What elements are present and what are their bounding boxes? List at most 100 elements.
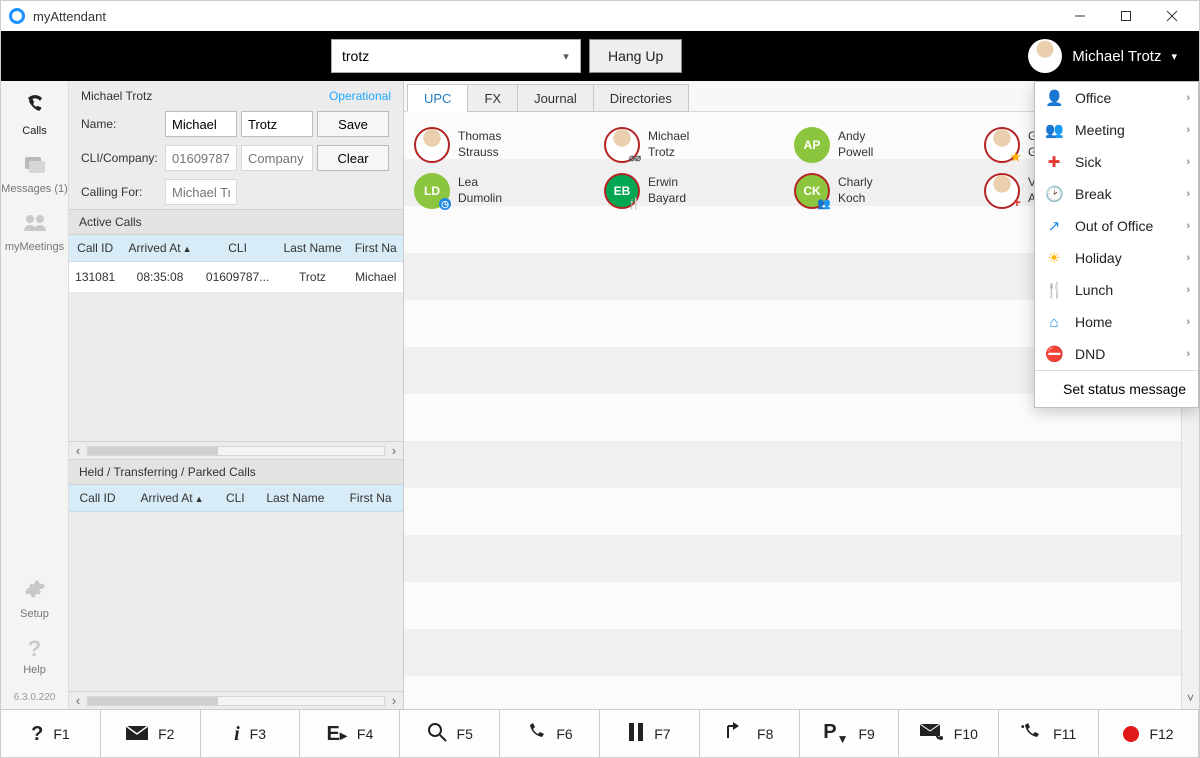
scroll-right-icon[interactable]: › <box>385 693 403 708</box>
search-input[interactable] <box>332 40 552 72</box>
contact-avatar: LD◷ <box>414 173 450 209</box>
fkey-f6[interactable]: F6 <box>500 710 600 757</box>
contact-card[interactable]: ⌀⌀ MichaelTrotz <box>600 122 790 168</box>
mail-icon <box>126 724 148 744</box>
contact-name: LeaDumolin <box>458 175 502 206</box>
first-name-input[interactable] <box>165 111 237 137</box>
status-icon: ⛔ <box>1045 345 1063 363</box>
scroll-down-icon[interactable]: ˅ <box>1182 691 1199 709</box>
scroll-left-icon[interactable]: ‹ <box>69 693 87 708</box>
menu-item-meeting[interactable]: 👥Meeting› <box>1035 114 1198 146</box>
contact-card[interactable]: APAndyPowell <box>790 122 980 168</box>
fkey-f12[interactable]: F12 <box>1099 710 1199 757</box>
fkey-f11[interactable]: •F11 <box>999 710 1099 757</box>
fkey-f2[interactable]: F2 <box>101 710 201 757</box>
title-bar: myAttendant <box>1 1 1199 31</box>
maximize-button[interactable] <box>1103 1 1149 31</box>
nav-label: Setup <box>20 608 49 620</box>
tab-upc[interactable]: UPC <box>407 84 468 112</box>
save-button[interactable]: Save <box>317 111 389 137</box>
transfer-icon <box>725 722 747 746</box>
voicemail-icon <box>920 724 944 744</box>
hang-up-button[interactable]: Hang Up <box>589 39 682 73</box>
calling-for-input[interactable] <box>165 179 237 205</box>
fkey-f4[interactable]: E▸F4 <box>300 710 400 757</box>
cli-input[interactable] <box>165 145 237 171</box>
col-firstname[interactable]: First Na <box>348 235 403 262</box>
menu-item-dnd[interactable]: ⛔DND› <box>1035 338 1198 370</box>
search-combo[interactable]: ▾ <box>331 39 581 73</box>
company-input[interactable] <box>241 145 313 171</box>
contact-avatar: ⌀⌀ <box>604 127 640 163</box>
scroll-left-icon[interactable]: ‹ <box>69 443 87 458</box>
contacts-panel: UPC FX Journal Directories ThomasStrauss… <box>404 81 1199 709</box>
fkey-f1[interactable]: ?F1 <box>1 710 101 757</box>
fkey-f8[interactable]: F8 <box>700 710 800 757</box>
menu-item-out-of-office[interactable]: ↗Out of Office› <box>1035 210 1198 242</box>
status-icon: 👥 <box>1045 121 1063 139</box>
tab-directories[interactable]: Directories <box>593 84 689 112</box>
minimize-button[interactable] <box>1057 1 1103 31</box>
col-firstname[interactable]: First Na <box>338 485 403 512</box>
nav-mymeetings[interactable]: myMeetings <box>1 205 68 263</box>
col-cli[interactable]: CLI <box>199 235 277 262</box>
last-name-input[interactable] <box>241 111 313 137</box>
table-row[interactable]: 131081 08:35:08 01609787... Trotz Michae… <box>69 262 403 293</box>
contact-name: ThomasStrauss <box>458 129 501 160</box>
fkey-f10[interactable]: F10 <box>899 710 999 757</box>
menu-item-office[interactable]: 👤Office› <box>1035 82 1198 114</box>
status-icon: ✚ <box>1045 153 1063 171</box>
nav-help[interactable]: ? Help <box>1 630 68 686</box>
user-name: Michael Trotz <box>1072 48 1161 65</box>
col-arrived[interactable]: Arrived At▲ <box>126 485 218 512</box>
fkey-f3[interactable]: iF3 <box>201 710 301 757</box>
active-calls-header: Active Calls <box>69 209 403 235</box>
col-arrived[interactable]: Arrived At▲ <box>121 235 198 262</box>
col-lastname[interactable]: Last Name <box>277 235 349 262</box>
nav-calls[interactable]: Calls <box>1 87 68 147</box>
nav-messages[interactable]: Messages (1) <box>1 147 68 205</box>
label-calling-for: Calling For: <box>77 185 161 199</box>
park-icon: P▼ <box>823 722 848 745</box>
avatar-icon <box>1028 39 1062 73</box>
fkey-f5[interactable]: F5 <box>400 710 500 757</box>
nav-setup[interactable]: Setup <box>1 570 68 630</box>
menu-item-holiday[interactable]: ☀Holiday› <box>1035 242 1198 274</box>
active-calls-hscroll[interactable]: ‹ › <box>69 441 403 459</box>
contact-card[interactable]: LD◷ LeaDumolin <box>410 168 600 214</box>
search-icon <box>427 722 447 746</box>
clear-button[interactable]: Clear <box>317 145 389 171</box>
calls-icon <box>23 95 47 121</box>
label-name: Name: <box>77 117 161 131</box>
held-calls-hscroll[interactable]: ‹ › <box>69 691 403 709</box>
chevron-down-icon[interactable]: ▾ <box>552 50 580 63</box>
tab-fx[interactable]: FX <box>467 84 518 112</box>
user-menu[interactable]: Michael Trotz ▾ <box>1028 39 1189 73</box>
info-icon: i <box>234 724 240 744</box>
chevron-right-icon: › <box>1186 220 1190 232</box>
contact-name: MichaelTrotz <box>648 129 689 160</box>
menu-item-lunch[interactable]: 🍴Lunch› <box>1035 274 1198 306</box>
sort-asc-icon: ▲ <box>195 494 204 504</box>
col-callid[interactable]: Call ID <box>69 485 126 512</box>
contact-card[interactable]: EB🍴ErwinBayard <box>600 168 790 214</box>
contact-card[interactable]: CK👥CharlyKoch <box>790 168 980 214</box>
scroll-right-icon[interactable]: › <box>385 443 403 458</box>
tab-journal[interactable]: Journal <box>517 84 594 112</box>
col-callid[interactable]: Call ID <box>69 235 121 262</box>
chevron-right-icon: › <box>1186 188 1190 200</box>
col-cli[interactable]: CLI <box>218 485 253 512</box>
menu-item-sick[interactable]: ✚Sick› <box>1035 146 1198 178</box>
contact-card[interactable]: ThomasStrauss <box>410 122 600 168</box>
status-icon: 🕑 <box>1045 185 1063 203</box>
close-button[interactable] <box>1149 1 1195 31</box>
call-panel: Michael Trotz Operational Name: Save CLI… <box>69 81 404 709</box>
chevron-right-icon: › <box>1186 156 1190 168</box>
col-lastname[interactable]: Last Name <box>253 485 339 512</box>
menu-item-home[interactable]: ⌂Home› <box>1035 306 1198 338</box>
top-bar: ▾ Hang Up Michael Trotz ▾ <box>1 31 1199 81</box>
fkey-f9[interactable]: P▼F9 <box>800 710 900 757</box>
fkey-f7[interactable]: F7 <box>600 710 700 757</box>
set-status-message[interactable]: Set status message <box>1035 371 1198 407</box>
menu-item-break[interactable]: 🕑Break› <box>1035 178 1198 210</box>
